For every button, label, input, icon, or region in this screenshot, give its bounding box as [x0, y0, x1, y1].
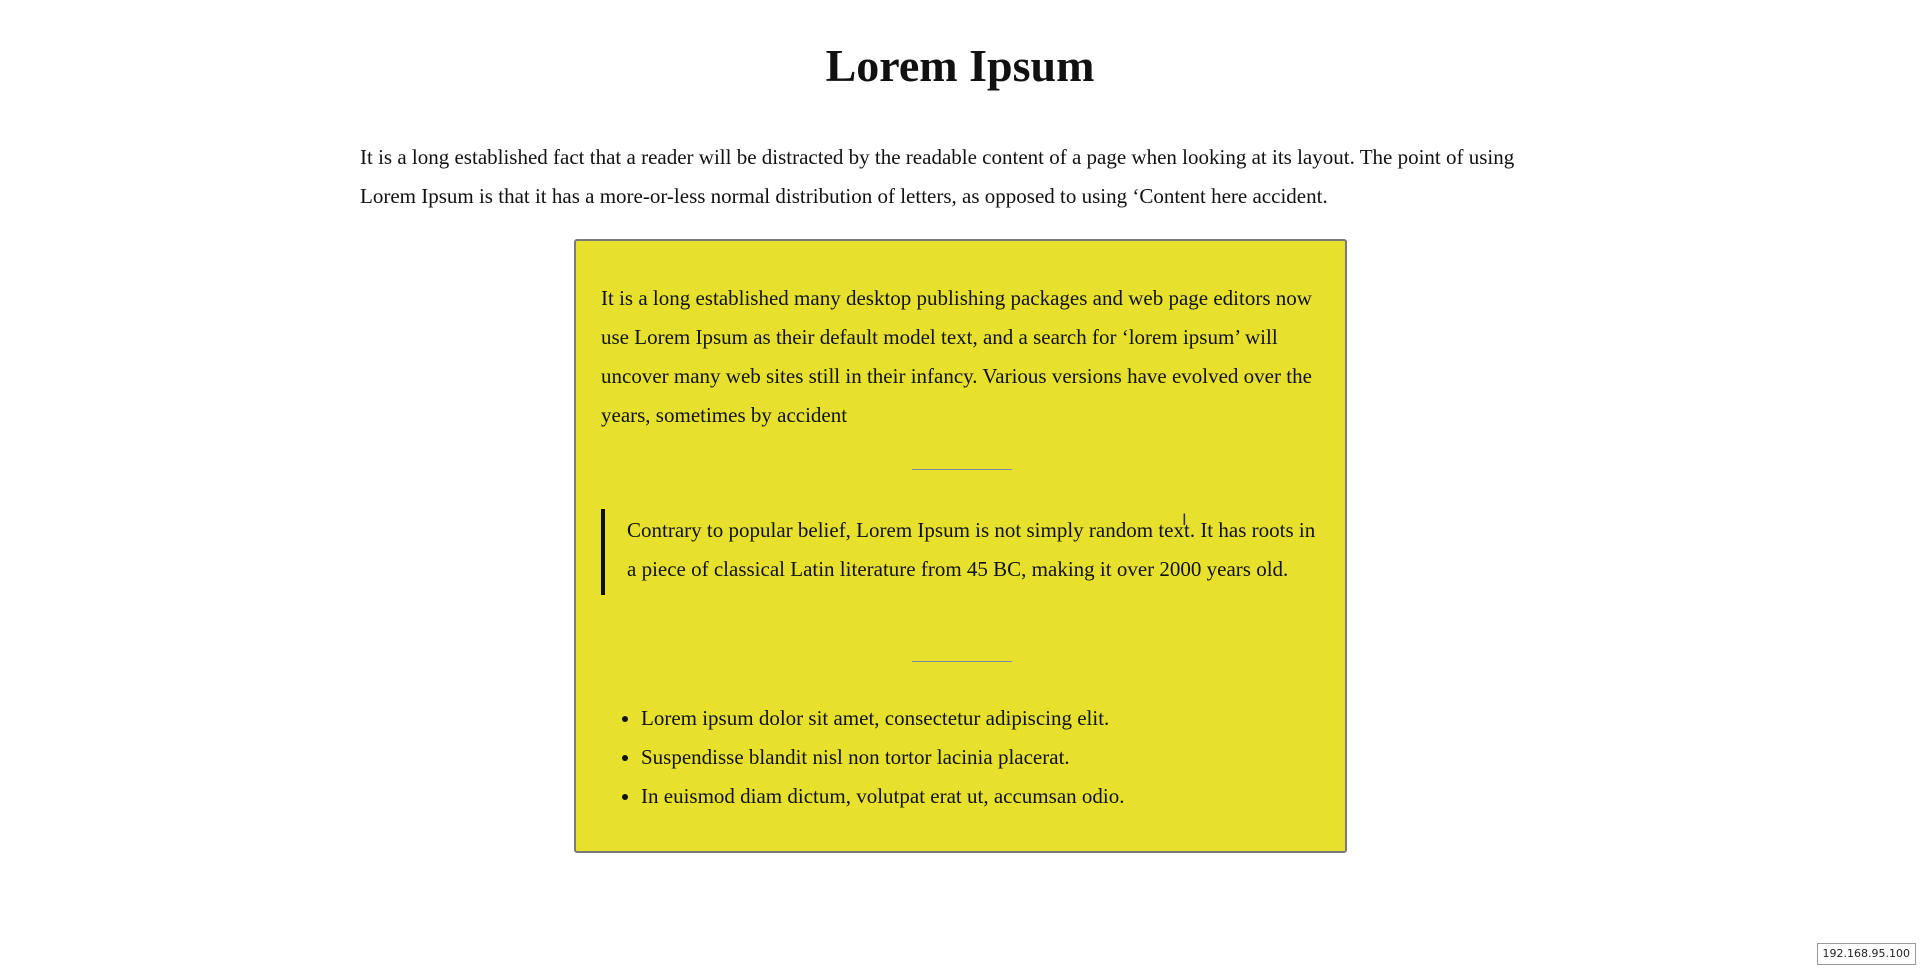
list-item: Suspendisse blandit nisl non tortor laci… — [641, 738, 1124, 777]
page-title: Lorem Ipsum — [825, 40, 1095, 91]
divider — [912, 661, 1012, 662]
bullet-list: Lorem ipsum dolor sit amet, consectetur … — [601, 699, 1124, 816]
highlight-card: It is a long established many desktop pu… — [574, 239, 1347, 853]
ip-address-badge: 192.168.95.100 — [1816, 943, 1916, 965]
blockquote: Contrary to popular belief, Lorem Ipsum … — [601, 509, 1327, 595]
text-cursor-icon: I — [1182, 510, 1187, 529]
divider — [912, 469, 1012, 470]
blockquote-text: Contrary to popular belief, Lorem Ipsum … — [627, 518, 1316, 581]
page: Lorem Ipsum It is a long established fac… — [0, 0, 1920, 969]
list-item: In euismod diam dictum, volutpat erat ut… — [641, 777, 1124, 816]
intro-paragraph: It is a long established fact that a rea… — [360, 145, 1515, 208]
card-paragraph: It is a long established many desktop pu… — [601, 286, 1312, 427]
list-item: Lorem ipsum dolor sit amet, consectetur … — [641, 699, 1124, 738]
